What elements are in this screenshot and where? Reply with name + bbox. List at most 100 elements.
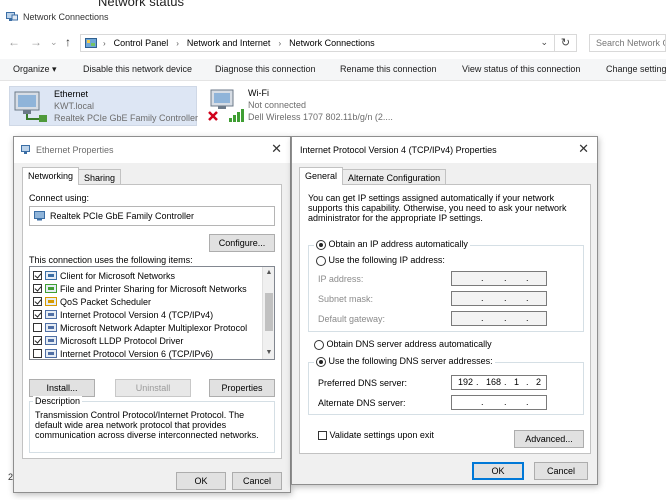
list-item[interactable]: Microsoft LLDP Protocol Driver — [33, 334, 183, 347]
tab-strip: General Alternate Configuration — [299, 167, 447, 185]
breadcrumb-separator: › — [278, 38, 282, 48]
tab-general[interactable]: General — [299, 167, 344, 185]
item-checkbox[interactable] — [33, 310, 42, 319]
item-checkbox[interactable] — [33, 336, 42, 345]
alternate-dns-field[interactable]: ... — [451, 395, 547, 410]
list-item[interactable]: Internet Protocol Version 6 (TCP/IPv6) — [33, 347, 214, 359]
description-label: Description — [33, 396, 83, 406]
dialog-title: Internet Protocol Version 4 (TCP/IPv4) P… — [300, 145, 497, 155]
validate-option[interactable]: Validate settings upon exit — [318, 430, 434, 441]
cancel-button[interactable]: Cancel — [534, 462, 588, 480]
tab-networking[interactable]: Networking — [22, 167, 80, 185]
uninstall-button[interactable]: Uninstall — [115, 379, 191, 397]
back-icon[interactable]: ← — [8, 35, 20, 49]
scroll-thumb[interactable] — [265, 293, 273, 331]
address-dropdown-icon[interactable]: ⌄ — [540, 37, 548, 48]
change-settings-button[interactable]: Change setting — [606, 64, 666, 74]
diagnose-button[interactable]: Diagnose this connection — [215, 64, 316, 74]
component-icon — [45, 323, 57, 332]
component-icon — [45, 349, 57, 358]
preferred-dns-field[interactable]: 192 . 168 . 1 . 2 — [451, 375, 547, 390]
obtain-ip-option[interactable]: Obtain an IP address automatically — [314, 239, 470, 250]
networking-panel: Connect using: Realtek PCIe GbE Family C… — [22, 184, 282, 459]
obtain-dns-option[interactable]: Obtain DNS server address automatically — [314, 339, 492, 350]
ipv4-properties-dialog: Internet Protocol Version 4 (TCP/IPv4) P… — [291, 136, 598, 485]
install-button[interactable]: Install... — [29, 379, 95, 397]
wifi-adapter-icon — [208, 89, 244, 122]
validate-checkbox[interactable] — [318, 431, 327, 441]
component-icon — [45, 297, 57, 306]
scroll-up-icon[interactable]: ▲ — [263, 267, 274, 279]
ip-address-label: IP address: — [318, 274, 364, 284]
navigation-bar: ← → ⌄ ↑ › Control Panel › Network and In… — [0, 34, 666, 52]
item-checkbox[interactable] — [33, 349, 42, 358]
properties-button[interactable]: Properties — [209, 379, 275, 397]
breadcrumb-control-panel[interactable]: Control Panel — [114, 38, 169, 48]
command-bar: Organize ▾ Disable this network device D… — [0, 59, 666, 81]
tab-sharing[interactable]: Sharing — [78, 169, 122, 185]
control-panel-icon — [85, 37, 97, 48]
items-label: This connection uses the following items… — [29, 255, 193, 265]
dns-octet: 168 — [486, 377, 502, 387]
default-gateway-field[interactable]: ... — [451, 311, 547, 326]
ethernet-properties-dialog: Ethernet Properties ✕ Networking Sharing… — [13, 136, 291, 493]
alternate-dns-label: Alternate DNS server: — [318, 398, 406, 408]
list-item[interactable]: Internet Protocol Version 4 (TCP/IPv4) — [33, 308, 214, 321]
item-label: Internet Protocol Version 6 (TCP/IPv6) — [60, 348, 214, 359]
close-icon[interactable]: ✕ — [578, 141, 589, 157]
intro-text: You can get IP settings assigned automat… — [308, 193, 567, 223]
dns-octet: 192 — [458, 377, 474, 387]
components-list[interactable]: Client for Microsoft Networks File and Pr… — [29, 266, 275, 360]
adapter-name: Ethernet — [54, 89, 89, 99]
general-panel: You can get IP settings assigned automat… — [299, 184, 591, 454]
organize-button[interactable]: Organize ▾ — [13, 64, 57, 75]
use-ip-option[interactable]: Use the following IP address: — [314, 255, 447, 266]
forward-icon[interactable]: → — [30, 35, 42, 49]
list-item[interactable]: Microsoft Network Adapter Multiplexor Pr… — [33, 321, 247, 334]
connect-using-label: Connect using: — [29, 193, 90, 203]
rename-button[interactable]: Rename this connection — [340, 64, 437, 74]
configure-button[interactable]: Configure... — [209, 234, 275, 252]
item-checkbox[interactable] — [33, 284, 42, 293]
recent-chevron-icon[interactable]: ⌄ — [50, 37, 58, 48]
network-adapter-icon — [34, 211, 45, 221]
ok-button[interactable]: OK — [176, 472, 226, 490]
dns-octet: 2 — [536, 377, 542, 387]
use-ip-radio[interactable] — [316, 255, 326, 266]
list-scrollbar[interactable]: ▲ ▼ — [262, 267, 274, 359]
breadcrumb-network-internet[interactable]: Network and Internet — [187, 38, 271, 48]
obtain-dns-radio[interactable] — [314, 339, 324, 350]
ok-button[interactable]: OK — [472, 462, 524, 480]
component-icon — [45, 310, 57, 319]
obtain-ip-radio[interactable] — [316, 239, 326, 250]
list-item[interactable]: QoS Packet Scheduler — [33, 295, 151, 308]
item-checkbox[interactable] — [33, 271, 42, 280]
ip-address-field[interactable]: ... — [451, 271, 547, 286]
view-status-button[interactable]: View status of this connection — [462, 64, 580, 74]
address-bar[interactable]: › Control Panel › Network and Internet ›… — [80, 34, 577, 52]
item-label: Client for Microsoft Networks — [60, 270, 176, 281]
breadcrumb-network-connections[interactable]: Network Connections — [289, 38, 375, 48]
description-text: Transmission Control Protocol/Internet P… — [35, 410, 259, 440]
subnet-mask-field[interactable]: ... — [451, 291, 547, 306]
window-title-bar: Network Connections — [6, 10, 109, 24]
advanced-button[interactable]: Advanced... — [514, 430, 584, 448]
tab-alternate-configuration[interactable]: Alternate Configuration — [342, 169, 447, 185]
ethernet-small-icon — [21, 145, 30, 154]
adapter-status: Not connected — [248, 100, 307, 110]
list-item[interactable]: File and Printer Sharing for Microsoft N… — [33, 282, 247, 295]
close-icon[interactable]: ✕ — [271, 141, 282, 157]
cancel-button[interactable]: Cancel — [232, 472, 282, 490]
use-dns-radio[interactable] — [316, 356, 326, 367]
disable-device-button[interactable]: Disable this network device — [83, 64, 192, 74]
search-input[interactable]: Search Network C — [589, 34, 666, 52]
up-icon[interactable]: ↑ — [65, 35, 71, 49]
list-item[interactable]: Client for Microsoft Networks — [33, 269, 175, 282]
item-checkbox[interactable] — [33, 297, 42, 306]
item-checkbox[interactable] — [33, 323, 42, 332]
refresh-icon[interactable]: ↻ — [554, 35, 576, 51]
adapter-wifi[interactable]: Wi-Fi Not connected Dell Wireless 1707 8… — [204, 86, 404, 126]
scroll-down-icon[interactable]: ▼ — [263, 347, 274, 359]
use-dns-option[interactable]: Use the following DNS server addresses: — [314, 356, 495, 367]
adapter-ethernet[interactable]: Ethernet KWT.local Realtek PCIe GbE Fami… — [9, 86, 198, 126]
